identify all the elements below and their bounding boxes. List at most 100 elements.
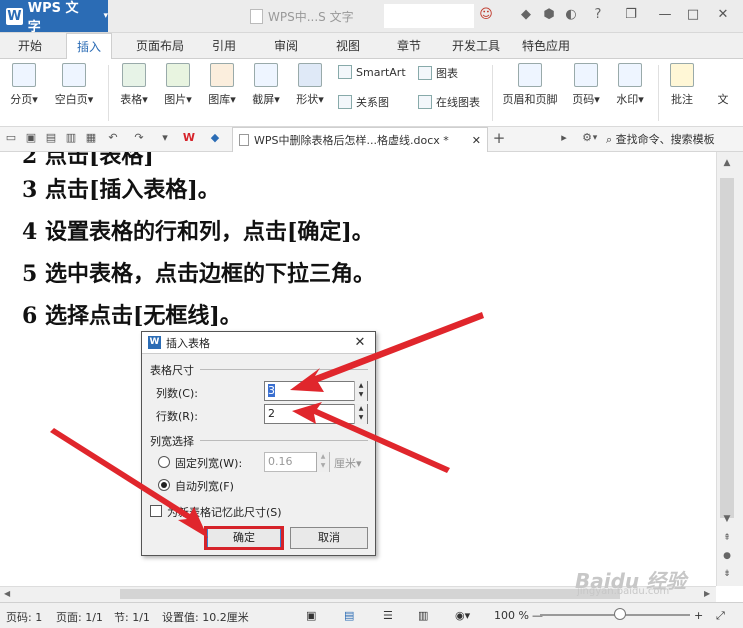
docer-icon[interactable]: W <box>182 131 196 145</box>
text-button[interactable]: 文 <box>708 63 738 107</box>
auto-width-radio[interactable] <box>158 479 170 491</box>
wps-window: W WPS 文字 ▾ WPS中...S 文字 ☺ ◆ ⬢ ◐ ? ❐ — □ ✕… <box>0 0 743 628</box>
step-line: 6 选择点击[无框线]。 <box>22 303 242 329</box>
status-page-no: 页码: 1 <box>6 611 43 624</box>
tab-developer[interactable]: 开发工具 <box>442 33 510 59</box>
skin-icon[interactable]: ☺ <box>478 7 494 23</box>
tab-chapter[interactable]: 章节 <box>387 33 431 59</box>
fit-window-icon[interactable]: ⤢ <box>716 609 725 623</box>
web-view-icon[interactable]: ▥ <box>418 609 428 622</box>
wps-logo-icon: W <box>148 336 161 349</box>
page-view-icon[interactable]: ▤ <box>344 609 354 622</box>
columns-input[interactable]: 3 <box>264 381 368 401</box>
columns-stepper[interactable]: ▲ ▼ <box>354 381 367 401</box>
picture-button[interactable]: 图片▾ <box>158 63 198 107</box>
undo-icon[interactable]: ↶ <box>106 131 120 145</box>
page-break-button[interactable]: 分页▾ <box>4 63 44 107</box>
zoom-in-button[interactable]: + <box>694 609 703 622</box>
page-break-icon <box>12 63 36 87</box>
watermark-button[interactable]: 水印▾ <box>610 63 650 107</box>
tab-start[interactable]: 开始 <box>8 33 52 59</box>
rows-stepper[interactable]: ▲ ▼ <box>354 404 367 424</box>
page-number-icon <box>574 63 598 87</box>
scroll-left-icon[interactable]: ◀ <box>4 589 10 598</box>
document-tab[interactable]: WPS中删除表格后怎样...格虚线.docx * ✕ <box>232 127 488 152</box>
dialog-title: 插入表格 <box>166 336 210 350</box>
remember-size-label: 为新表格记忆此尺寸(S) <box>167 506 282 519</box>
tab-page-layout[interactable]: 页面布局 <box>126 33 194 59</box>
step-line: 5 选中表格，点击边框的下拉三角。 <box>22 261 375 287</box>
zoom-value[interactable]: 100 % <box>494 609 529 622</box>
help-icon[interactable]: ? <box>590 7 606 23</box>
table-button[interactable]: 表格▾ <box>114 63 154 107</box>
dialog-title-bar: W 插入表格 <box>142 332 375 354</box>
prev-page-icon[interactable]: ⇞ <box>718 531 736 545</box>
scroll-down-icon[interactable]: ▼ <box>718 512 736 526</box>
print-icon[interactable]: ▤ <box>44 131 58 145</box>
cloud-icon[interactable]: ⬢ <box>541 7 557 23</box>
status-pages: 页面: 1/1 <box>56 611 103 624</box>
online-chart-button[interactable]: 在线图表 <box>418 94 480 110</box>
full-screen-icon[interactable]: ▣ <box>306 609 316 622</box>
chevron-down-icon[interactable]: ▾ <box>588 131 602 145</box>
tab-insert[interactable]: 插入 <box>66 33 113 60</box>
app-menu-button[interactable]: W WPS 文字 ▾ <box>0 0 108 35</box>
app-name: WPS 文字 <box>27 1 79 35</box>
reading-view-icon[interactable]: ◉▾ <box>455 609 470 622</box>
dialog-close-button[interactable]: ✕ <box>351 334 369 352</box>
ribbon-tabs: 开始 插入 页面布局 引用 审阅 视图 章节 开发工具 特色应用 <box>0 33 743 60</box>
save-icon[interactable]: ▣ <box>24 131 38 145</box>
rows-input[interactable]: 2 <box>264 404 368 424</box>
restore-icon[interactable]: ❐ <box>622 6 640 24</box>
print-preview-icon[interactable]: ▦ <box>84 131 98 145</box>
export-pdf-icon[interactable]: ▥ <box>64 131 78 145</box>
new-tab-button[interactable]: + <box>492 131 506 146</box>
command-search[interactable]: ⌕ 查找命令、搜索模板 <box>606 127 715 152</box>
chart-button[interactable]: 图表 <box>418 65 458 81</box>
feedback-icon[interactable]: ◐ <box>563 7 579 23</box>
close-button[interactable]: ✕ <box>714 6 732 24</box>
open-icon[interactable]: ▭ <box>4 131 18 145</box>
vertical-scroll-thumb[interactable] <box>720 178 734 518</box>
tab-view[interactable]: 视图 <box>326 33 370 59</box>
tab-special[interactable]: 特色应用 <box>512 33 580 59</box>
relation-diagram-button[interactable]: 关系图 <box>338 94 389 110</box>
online-chart-icon <box>418 95 432 109</box>
redo-icon[interactable]: ↷ <box>132 131 146 145</box>
next-page-icon[interactable]: ⇟ <box>718 567 736 581</box>
page-number-button[interactable]: 页码▾ <box>566 63 606 107</box>
outline-view-icon[interactable]: ☰ <box>383 609 393 622</box>
title-blank-area <box>384 4 474 28</box>
unit-dropdown[interactable]: 厘米▾ <box>334 455 362 471</box>
tab-review[interactable]: 审阅 <box>264 33 308 59</box>
share-icon[interactable]: ◆ <box>518 7 534 23</box>
cancel-button[interactable]: 取消 <box>290 527 368 549</box>
cube-icon[interactable]: ◆ <box>208 131 222 145</box>
comment-button[interactable]: 批注 <box>664 63 700 107</box>
close-tab-icon[interactable]: ✕ <box>472 134 481 147</box>
horizontal-scroll-thumb[interactable] <box>120 589 620 599</box>
gallery-icon <box>210 63 234 87</box>
blank-page-button[interactable]: 空白页▾ <box>50 63 98 107</box>
smartart-button[interactable]: SmartArt <box>338 65 406 79</box>
scroll-right-icon[interactable]: ▶ <box>704 589 710 598</box>
fixed-width-radio[interactable] <box>158 456 170 468</box>
zoom-slider-knob[interactable] <box>614 608 626 620</box>
shape-button[interactable]: 形状▾ <box>290 63 330 107</box>
minimize-button[interactable]: — <box>656 6 674 24</box>
screenshot-button[interactable]: 截屏▾ <box>246 63 286 107</box>
tab-references[interactable]: 引用 <box>202 33 246 59</box>
window-title-text: WPS中...S 文字 <box>268 10 354 24</box>
step-line: 2 点击[表格] <box>22 152 154 169</box>
select-browse-icon[interactable]: ● <box>718 549 736 563</box>
maximize-button[interactable]: □ <box>684 6 702 24</box>
remember-size-checkbox[interactable] <box>150 505 162 517</box>
header-footer-button[interactable]: 页眉和页脚 <box>498 63 562 107</box>
media-icon[interactable]: ▸ <box>557 131 571 145</box>
customize-chevron-icon[interactable]: ▾ <box>158 131 172 145</box>
gallery-button[interactable]: 图库▾ <box>202 63 242 107</box>
scroll-up-icon[interactable]: ▲ <box>718 156 736 170</box>
relation-icon <box>338 95 352 109</box>
step-line: 4 设置表格的行和列，点击[确定]。 <box>22 219 374 245</box>
fixed-width-stepper[interactable]: ▲ ▼ <box>316 452 329 472</box>
